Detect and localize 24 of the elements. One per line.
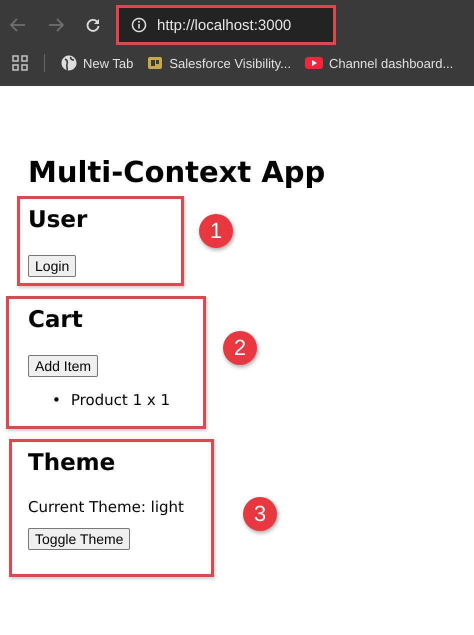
number-badge: 3: [243, 497, 277, 531]
apps-grid-icon[interactable]: [12, 55, 28, 71]
status-text: Current Theme: light: [28, 498, 185, 516]
number-badge: 2: [223, 330, 257, 364]
bullet-mark: •: [52, 391, 61, 409]
globe-icon: [61, 55, 77, 71]
logo-icon: [147, 55, 164, 71]
address-bar[interactable]: http://localhost:3000: [116, 5, 336, 45]
section-heading: Cart: [28, 306, 84, 335]
bookmark[interactable]: New Tab: [61, 55, 134, 71]
bookmark[interactable]: Salesforce Visibility...: [147, 55, 291, 71]
number-badge: 1: [199, 214, 233, 248]
info-icon[interactable]: [131, 17, 147, 33]
section-heading: User: [28, 206, 88, 235]
bookmark[interactable]: Channel dashboard...: [304, 56, 454, 70]
list-item: Product 1 x 1: [70, 391, 170, 409]
url-text: http://localhost:3000: [157, 16, 292, 34]
play-icon: [304, 56, 323, 70]
action-button[interactable]: Add Item: [28, 355, 98, 377]
reload-icon[interactable]: [86, 18, 100, 32]
page-title: Multi-Context App: [28, 154, 326, 191]
section-heading: Theme: [28, 449, 116, 478]
action-button[interactable]: Toggle Theme: [28, 528, 130, 550]
action-button[interactable]: Login: [28, 255, 76, 277]
